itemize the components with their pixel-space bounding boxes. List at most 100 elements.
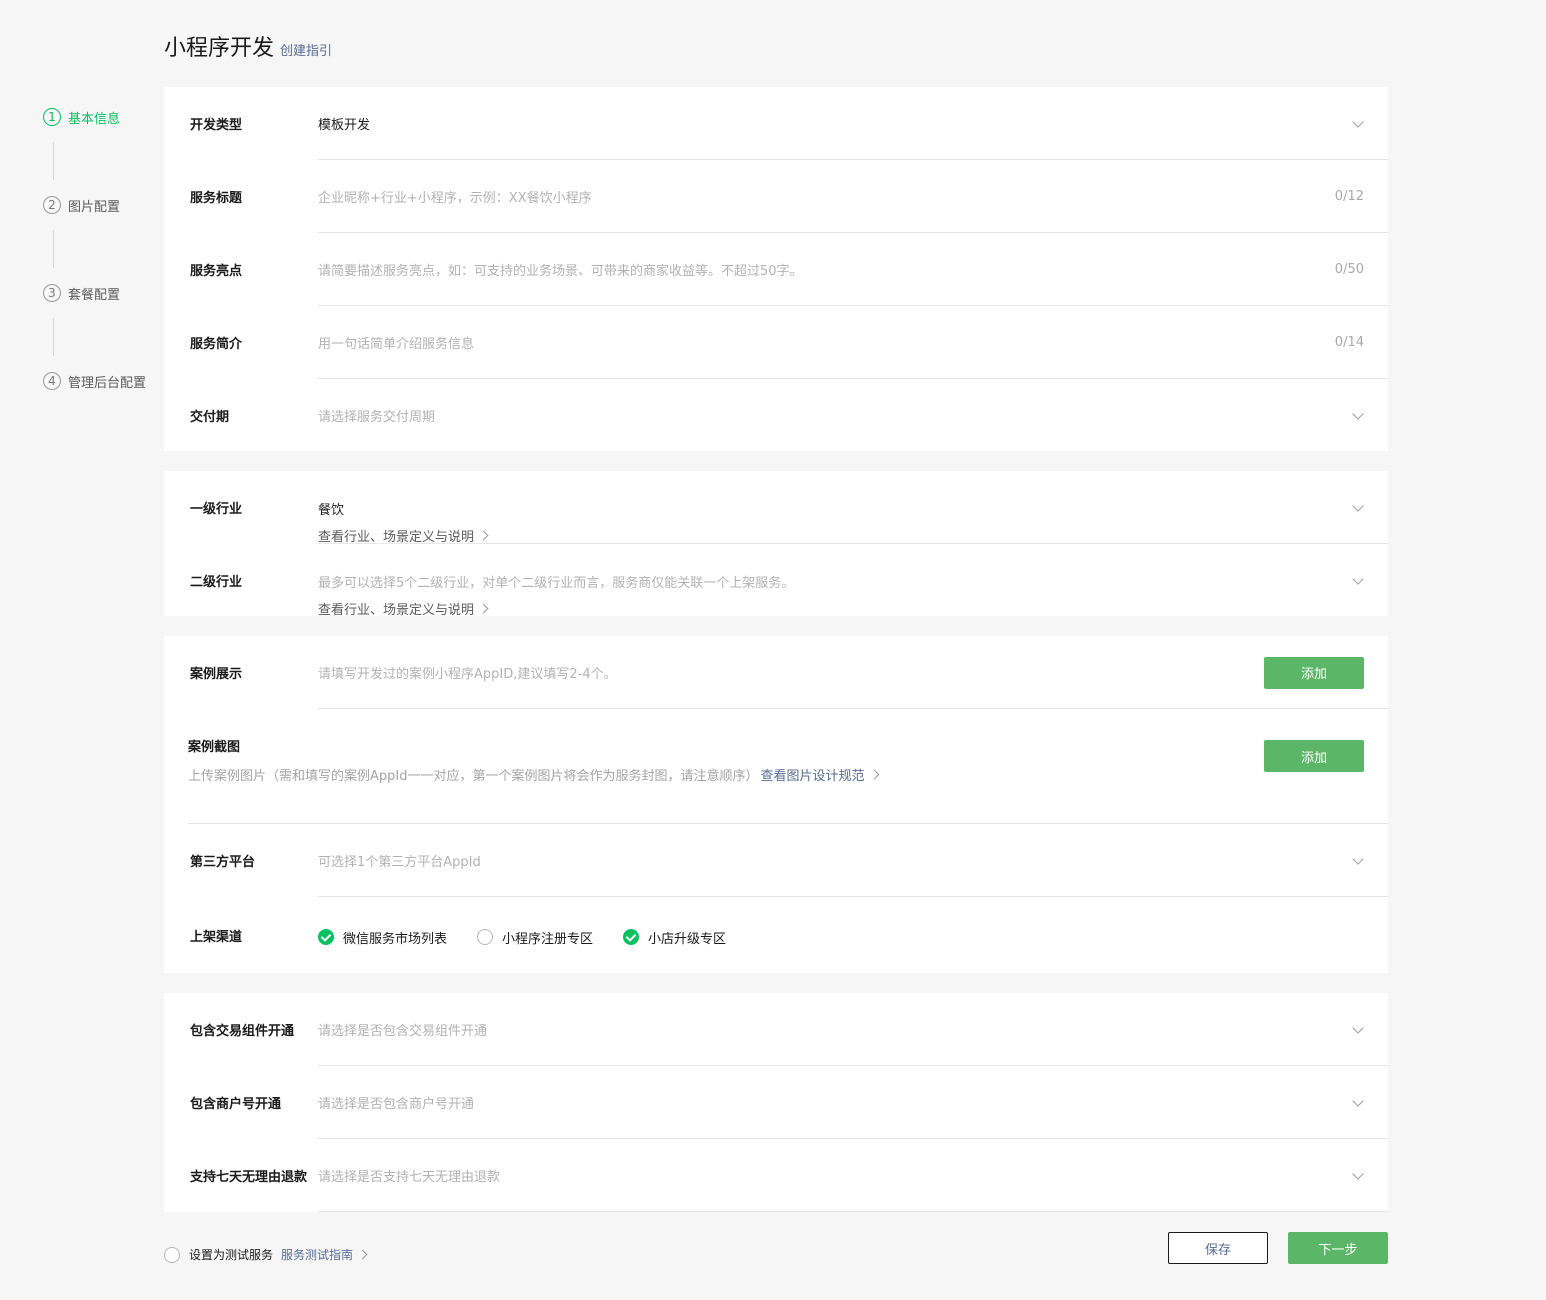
step-nav: 1 基本信息 2 图片配置 3 套餐配置 4 管理后台配置 xyxy=(43,106,163,392)
chevron-right-icon xyxy=(357,1249,368,1260)
step-number-4: 4 xyxy=(43,372,61,390)
delivery-select[interactable]: 交付期 请选择服务交付周期 xyxy=(164,379,1388,452)
case-screenshot-field: 案例截图 上传案例图片（需和填写的案例AppId一一对应，第一个案例图片将会作为… xyxy=(164,709,1388,824)
dev-type-value: 模板开发 xyxy=(318,118,371,133)
option-label: 微信服务市场列表 xyxy=(343,931,448,947)
service-intro-input[interactable]: 用一句话简单介绍服务信息 xyxy=(318,333,1335,352)
option-label: 小店升级专区 xyxy=(648,931,727,947)
step-label: 图片配置 xyxy=(68,199,121,215)
chevron-right-icon xyxy=(869,769,879,780)
link-text: 查看行业、场景定义与说明 xyxy=(318,603,475,618)
option-label: 小程序注册专区 xyxy=(502,931,594,947)
char-counter: 0/50 xyxy=(1334,262,1364,277)
field-label: 服务标题 xyxy=(190,191,243,206)
field-label: 服务亮点 xyxy=(190,264,243,279)
case-showcase-field: 案例展示 请填写开发过的案例小程序AppID,建议填写2-4个。 添加 xyxy=(164,636,1388,709)
image-spec-link[interactable]: 查看图片设计规范 xyxy=(760,765,879,784)
refund-policy-select[interactable]: 支持七天无理由退款 请选择是否支持七天无理由退款 xyxy=(164,1139,1388,1212)
industry-card: 一级行业 餐饮 查看行业、场景定义与说明 二级行业 最多可以选择5个二级行业，对… xyxy=(164,471,1388,618)
chevron-down-icon xyxy=(1350,1168,1366,1184)
chevron-down-icon xyxy=(1350,573,1366,589)
service-highlight-input[interactable]: 请简要描述服务亮点，如：可支持的业务场景、可带来的商家收益等。不超过50字。 xyxy=(318,260,1335,279)
channel-shop-upgrade[interactable]: 小店升级专区 xyxy=(623,928,726,947)
step-image-config[interactable]: 2 图片配置 xyxy=(43,194,163,216)
service-title-field[interactable]: 服务标题 企业昵称+行业+小程序，示例：XX餐饮小程序 0/12 xyxy=(164,160,1388,233)
service-intro-field[interactable]: 服务简介 用一句话简单介绍服务信息 0/14 xyxy=(164,306,1388,379)
third-party-select[interactable]: 第三方平台 可选择1个第三方平台AppId xyxy=(164,824,1388,897)
page: 小程序开发 创建指引 1 基本信息 2 图片配置 3 套餐配置 4 管理后台配置… xyxy=(0,0,1546,1300)
add-case-button[interactable]: 添加 xyxy=(1264,656,1364,689)
link-text: 服务测试指南 xyxy=(281,1248,354,1262)
save-button[interactable]: 保存 xyxy=(1168,1232,1268,1264)
create-guide-link[interactable]: 创建指引 xyxy=(280,40,332,59)
description-text: 上传案例图片（需和填写的案例AppId一一对应，第一个案例图片将会作为服务封图，… xyxy=(188,769,759,784)
field-label: 案例展示 xyxy=(190,667,243,682)
test-service-option: 设置为测试服务 服务测试指南 xyxy=(164,1246,368,1263)
step-basic-info[interactable]: 1 基本信息 xyxy=(43,106,163,128)
link-text: 查看图片设计规范 xyxy=(760,769,865,784)
page-header: 小程序开发 创建指引 xyxy=(164,30,332,62)
cases-card: 案例展示 请填写开发过的案例小程序AppID,建议填写2-4个。 添加 案例截图… xyxy=(164,636,1388,973)
field-label: 上架渠道 xyxy=(190,929,243,945)
field-label: 一级行业 xyxy=(190,502,243,517)
basic-info-card: 开发类型 模板开发 服务标题 企业昵称+行业+小程序，示例：XX餐饮小程序 0/… xyxy=(164,87,1388,451)
next-step-button[interactable]: 下一步 xyxy=(1288,1232,1388,1264)
chevron-right-icon xyxy=(478,530,489,541)
industry-level2-placeholder: 最多可以选择5个二级行业，对单个二级行业而言，服务商仅能关联一个上架服务。 xyxy=(318,576,795,591)
step-label: 基本信息 xyxy=(68,111,121,127)
checkbox-checked-icon[interactable] xyxy=(318,929,334,945)
chevron-down-icon xyxy=(1350,853,1366,869)
chevron-down-icon xyxy=(1350,1095,1366,1111)
char-counter: 0/12 xyxy=(1334,189,1364,204)
checkbox-unchecked-icon[interactable] xyxy=(477,929,494,945)
field-label: 包含交易组件开通 xyxy=(190,1024,295,1039)
test-service-label: 设置为测试服务 xyxy=(189,1248,274,1262)
field-label: 第三方平台 xyxy=(190,855,256,870)
char-counter: 0/14 xyxy=(1334,335,1364,350)
step-admin-config[interactable]: 4 管理后台配置 xyxy=(43,370,163,392)
chevron-down-icon xyxy=(1350,408,1366,424)
chevron-down-icon xyxy=(1350,1022,1366,1038)
chevron-down-icon xyxy=(1350,116,1366,132)
field-label: 服务简介 xyxy=(190,337,243,352)
service-test-guide-link[interactable]: 服务测试指南 xyxy=(281,1246,368,1263)
channel-wechat-market[interactable]: 微信服务市场列表 xyxy=(318,928,447,947)
field-label: 交付期 xyxy=(190,410,230,425)
step-number-3: 3 xyxy=(43,284,61,302)
step-connector xyxy=(53,230,54,268)
extras-card: 包含交易组件开通 请选择是否包含交易组件开通 包含商户号开通 请选择是否包含商户… xyxy=(164,993,1388,1212)
channels-field: 上架渠道 微信服务市场列表 小程序注册专区 小店升级专区 xyxy=(164,897,1388,973)
merchant-account-select[interactable]: 包含商户号开通 请选择是否包含商户号开通 xyxy=(164,1066,1388,1139)
add-screenshot-button[interactable]: 添加 xyxy=(1264,740,1364,772)
field-label: 支持七天无理由退款 xyxy=(190,1170,308,1185)
industry-level1-select[interactable]: 一级行业 餐饮 查看行业、场景定义与说明 xyxy=(164,471,1388,545)
chevron-down-icon xyxy=(1350,500,1366,516)
third-party-placeholder: 可选择1个第三方平台AppId xyxy=(318,855,481,870)
industry-definition-link[interactable]: 查看行业、场景定义与说明 xyxy=(318,599,489,618)
channel-miniprogram-register[interactable]: 小程序注册专区 xyxy=(477,928,593,947)
merchant-account-placeholder: 请选择是否包含商户号开通 xyxy=(318,1097,475,1112)
divider xyxy=(318,1211,1388,1212)
step-connector xyxy=(53,142,54,180)
step-connector xyxy=(53,318,54,356)
industry-level2-select[interactable]: 二级行业 最多可以选择5个二级行业，对单个二级行业而言，服务商仅能关联一个上架服… xyxy=(164,544,1388,618)
field-label: 二级行业 xyxy=(190,575,243,590)
dev-type-select[interactable]: 开发类型 模板开发 xyxy=(164,87,1388,160)
trade-component-placeholder: 请选择是否包含交易组件开通 xyxy=(318,1024,488,1039)
step-label: 管理后台配置 xyxy=(68,375,147,391)
field-label: 开发类型 xyxy=(190,118,243,133)
page-title: 小程序开发 xyxy=(164,36,275,61)
test-service-radio[interactable] xyxy=(164,1246,180,1263)
step-number-1: 1 xyxy=(43,108,61,126)
checkbox-checked-icon[interactable] xyxy=(623,929,640,945)
delivery-placeholder: 请选择服务交付周期 xyxy=(318,410,436,425)
chevron-right-icon xyxy=(478,603,489,614)
industry-level1-value: 餐饮 xyxy=(318,503,345,518)
case-appid-input[interactable]: 请填写开发过的案例小程序AppID,建议填写2-4个。 xyxy=(318,663,1264,682)
service-highlight-field[interactable]: 服务亮点 请简要描述服务亮点，如：可支持的业务场景、可带来的商家收益等。不超过5… xyxy=(164,233,1388,306)
step-package-config[interactable]: 3 套餐配置 xyxy=(43,282,163,304)
refund-policy-placeholder: 请选择是否支持七天无理由退款 xyxy=(318,1170,501,1185)
screenshot-description: 上传案例图片（需和填写的案例AppId一一对应，第一个案例图片将会作为服务封图，… xyxy=(188,765,879,784)
service-title-input[interactable]: 企业昵称+行业+小程序，示例：XX餐饮小程序 xyxy=(318,187,1335,206)
trade-component-select[interactable]: 包含交易组件开通 请选择是否包含交易组件开通 xyxy=(164,993,1388,1066)
